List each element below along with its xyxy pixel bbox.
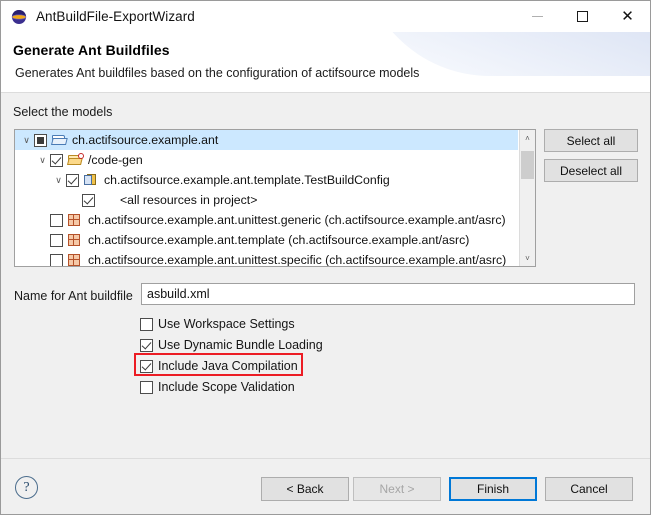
tree-row[interactable]: ∨<all resources in project> (15, 190, 518, 210)
models-tree[interactable]: ∨ch.actifsource.example.ant∨/code-gen∨ch… (14, 129, 536, 267)
tree-checkbox[interactable] (50, 254, 63, 267)
page-description: Generates Ant buildfiles based on the co… (15, 66, 419, 80)
close-icon: ✕ (621, 9, 634, 24)
package-icon (67, 212, 84, 228)
tree-checkbox[interactable] (66, 174, 79, 187)
tree-row-label: ch.actifsource.example.ant.template (ch.… (88, 233, 469, 247)
help-icon[interactable]: ? (15, 476, 38, 499)
scroll-up-icon[interactable]: ˄ (520, 130, 535, 146)
option-row[interactable]: Include Scope Validation (140, 378, 295, 396)
minimize-icon (532, 16, 543, 17)
maximize-icon (577, 11, 588, 22)
option-row[interactable]: Include Java Compilation (140, 357, 298, 375)
option-row[interactable]: Use Dynamic Bundle Loading (140, 336, 323, 354)
tree-row[interactable]: ∨ch.actifsource.example.ant.unittest.spe… (15, 250, 518, 266)
option-row[interactable]: Use Workspace Settings (140, 315, 295, 333)
page-title: Generate Ant Buildfiles (13, 42, 170, 58)
models-tree-rows: ∨ch.actifsource.example.ant∨/code-gen∨ch… (15, 130, 518, 266)
chevron-down-icon[interactable]: ∨ (19, 136, 34, 145)
option-checkbox[interactable] (140, 360, 153, 373)
cancel-button[interactable]: Cancel (545, 477, 633, 501)
option-label: Use Workspace Settings (158, 317, 295, 331)
tree-vertical-scrollbar[interactable]: ˄ ˅ (519, 130, 535, 266)
tree-row[interactable]: ∨ch.actifsource.example.ant.unittest.gen… (15, 210, 518, 230)
minimize-button[interactable] (515, 1, 560, 32)
chevron-down-icon[interactable]: ∨ (51, 176, 66, 185)
template-icon (83, 172, 100, 188)
tree-checkbox[interactable] (50, 214, 63, 227)
tree-checkbox[interactable] (34, 134, 47, 147)
tree-row-label: ch.actifsource.example.ant.unittest.spec… (88, 253, 506, 266)
tree-checkbox[interactable] (50, 234, 63, 247)
eclipse-globe-icon (10, 8, 28, 26)
scroll-thumb[interactable] (521, 151, 534, 179)
finish-button[interactable]: Finish (449, 477, 537, 501)
maximize-button[interactable] (560, 1, 605, 32)
buildfile-name-input[interactable] (141, 283, 635, 305)
buildfile-name-label: Name for Ant buildfile (14, 289, 133, 303)
tree-checkbox[interactable] (50, 154, 63, 167)
window-controls: ✕ (515, 1, 650, 32)
option-label: Include Scope Validation (158, 380, 295, 394)
next-button: Next > (353, 477, 441, 501)
wizard-header: Generate Ant Buildfiles Generates Ant bu… (1, 32, 650, 93)
tree-row[interactable]: ∨ ch.actifsource.example.ant (15, 130, 518, 150)
deselect-all-button[interactable]: Deselect all (544, 159, 638, 182)
close-button[interactable]: ✕ (605, 1, 650, 32)
wizard-body: Select the models ∨ch.actifsource.exampl… (1, 93, 650, 458)
option-checkbox[interactable] (140, 339, 153, 352)
wizard-window: AntBuildFile-ExportWizard ✕ Generate Ant… (0, 0, 651, 515)
tree-row-label: /code-gen (88, 153, 143, 167)
chevron-down-icon[interactable]: ∨ (35, 156, 50, 165)
tree-checkbox[interactable] (82, 194, 95, 207)
wizard-footer: ? < Back Next > Finish Cancel (1, 458, 650, 515)
package-icon (67, 232, 84, 248)
option-checkbox[interactable] (140, 318, 153, 331)
tree-row-label: ch.actifsource.example.ant.unittest.gene… (88, 213, 506, 227)
window-title: AntBuildFile-ExportWizard (36, 9, 195, 24)
tree-row[interactable]: ∨ /code-gen (15, 150, 518, 170)
option-label: Include Java Compilation (158, 359, 298, 373)
scroll-down-icon[interactable]: ˅ (520, 250, 535, 266)
folder-open-icon (51, 132, 68, 148)
back-button[interactable]: < Back (261, 477, 349, 501)
title-bar: AntBuildFile-ExportWizard ✕ (1, 1, 650, 32)
package-icon (67, 252, 84, 266)
tree-row[interactable]: ∨ ch.actifsource.example.ant.template.Tes… (15, 170, 518, 190)
tree-row-label: ch.actifsource.example.ant (72, 133, 218, 147)
option-label: Use Dynamic Bundle Loading (158, 338, 323, 352)
tree-row[interactable]: ∨ch.actifsource.example.ant.template (ch… (15, 230, 518, 250)
select-all-button[interactable]: Select all (544, 129, 638, 152)
tree-row-label: ch.actifsource.example.ant.template.Test… (104, 173, 390, 187)
folder-codegen-icon (67, 152, 84, 168)
select-models-label: Select the models (13, 105, 112, 119)
tree-row-label: <all resources in project> (120, 193, 257, 207)
option-checkbox[interactable] (140, 381, 153, 394)
